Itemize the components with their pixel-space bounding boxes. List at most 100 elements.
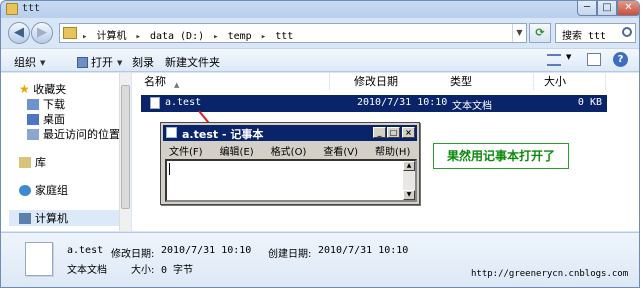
menu-view[interactable]: 查看(V)	[323, 147, 358, 158]
nav-computer[interactable]: 计算机	[9, 210, 119, 226]
menu-edit[interactable]: 编辑(E)	[220, 147, 254, 158]
nav-desktop-label: 桌面	[43, 113, 65, 126]
close-button[interactable]: ✕	[617, 1, 639, 16]
organize-label: 组织	[14, 56, 36, 69]
scroll-up-icon[interactable]: ▲	[403, 161, 415, 171]
column-name[interactable]: 名称 ▲	[134, 73, 330, 90]
search-icon[interactable]	[622, 27, 632, 37]
notepad-menu-bar: 文件(F) 编辑(E) 格式(O) 查看(V) 帮助(H)	[163, 143, 421, 158]
details-pane: a.test 修改日期: 2010/7/31 10:10 创建日期: 2010/…	[1, 232, 639, 287]
forward-button[interactable]: ▶	[31, 22, 53, 44]
desktop-icon	[27, 114, 39, 125]
nav-recent[interactable]: 最近访问的位置	[27, 126, 120, 142]
breadcrumb-separator: ▸	[260, 32, 267, 42]
details-created-label: 创建日期:	[268, 249, 312, 260]
burn-button[interactable]: 刻录	[132, 54, 154, 70]
column-type[interactable]: 类型	[440, 73, 534, 90]
notepad-icon	[77, 57, 88, 68]
column-modified[interactable]: 修改日期	[344, 73, 448, 90]
preview-pane-icon[interactable]	[587, 53, 601, 66]
back-button[interactable]: ◀	[8, 22, 30, 44]
address-bar[interactable]: ▸ 计算机 ▸ data (D:) ▸ temp ▸ ttt ▼	[59, 23, 527, 43]
downloads-icon	[27, 99, 39, 110]
nav-downloads-label: 下载	[43, 98, 65, 111]
notepad-icon	[166, 127, 177, 138]
help-icon[interactable]: ?	[613, 52, 628, 67]
notepad-title: a.test - 记事本	[182, 128, 264, 141]
window-title: ttt	[22, 3, 41, 14]
text-file-icon	[150, 97, 160, 109]
file-type: 文本文档	[452, 101, 492, 112]
breadcrumb-separator: ▸	[135, 32, 141, 42]
library-icon	[19, 157, 31, 168]
scroll-down-icon[interactable]: ▼	[403, 190, 415, 200]
computer-icon	[19, 213, 31, 224]
notepad-title-bar: a.test - 记事本 _ □ ×	[163, 125, 417, 141]
details-type: 文本文档	[67, 265, 107, 276]
nav-favorites[interactable]: ★ 收藏夹	[19, 81, 66, 97]
details-file-name: a.test	[67, 245, 104, 256]
new-folder-button[interactable]: 新建文件夹	[165, 54, 220, 70]
command-bar: 组织 ▼ 打开 ▼ 刻录 新建文件夹 ▼ ?	[1, 48, 639, 72]
view-icon[interactable]	[547, 54, 561, 66]
sort-arrow-icon: ▲	[174, 81, 180, 89]
title-bar: ttt ─ □ ✕	[1, 1, 639, 18]
open-label: 打开	[91, 56, 113, 69]
star-icon: ★	[19, 82, 30, 96]
open-button[interactable]: 打开 ▼	[77, 54, 122, 70]
notepad-minimize-button[interactable]: _	[373, 127, 386, 138]
nav-libraries-label: 库	[35, 156, 46, 169]
notepad-text-area[interactable]: ▲ ▼	[165, 159, 417, 202]
search-input[interactable]: 搜索 ttt	[555, 23, 636, 43]
nav-desktop[interactable]: 桌面	[27, 111, 65, 127]
notepad-close-button[interactable]: ×	[402, 127, 415, 138]
text-file-icon	[25, 242, 53, 276]
minimize-button[interactable]: ─	[577, 1, 597, 16]
homegroup-icon	[19, 185, 31, 196]
search-placeholder: 搜索 ttt	[562, 31, 607, 42]
nav-recent-label: 最近访问的位置	[43, 128, 120, 141]
refresh-button[interactable]: ⟳	[529, 23, 551, 43]
nav-homegroup[interactable]: 家庭组	[19, 182, 68, 198]
file-size: 0 KB	[577, 97, 602, 108]
breadcrumb: ▸ 计算机 ▸ data (D:) ▸ temp ▸ ttt	[82, 27, 296, 42]
breadcrumb-ttt[interactable]: ttt	[275, 31, 293, 42]
chevron-down-icon[interactable]: ▼	[566, 53, 571, 61]
organize-button[interactable]: 组织 ▼	[14, 54, 45, 70]
menu-format[interactable]: 格式(O)	[271, 147, 307, 158]
folder-icon	[63, 27, 77, 39]
chevron-down-icon[interactable]: ▼	[512, 24, 526, 42]
notepad-window: a.test - 记事本 _ □ × 文件(F) 编辑(E) 格式(O) 查看(V) 帮…	[160, 122, 420, 205]
chevron-down-icon: ▼	[117, 59, 123, 67]
breadcrumb-computer[interactable]: 计算机	[96, 31, 126, 42]
chevron-down-icon: ▼	[40, 59, 46, 67]
nav-scrollbar[interactable]	[119, 73, 131, 231]
explorer-window: ttt ─ □ ✕ ◀ ▶ ▸ 计算机 ▸ data (D:) ▸ temp ▸…	[0, 0, 640, 288]
nav-homegroup-label: 家庭组	[35, 184, 68, 197]
watermark-url: http://greenerycn.cnblogs.com	[471, 269, 629, 279]
text-caret	[169, 163, 170, 175]
details-created-value: 2010/7/31 10:10	[318, 245, 409, 256]
file-modified: 2010/7/31 10:10	[357, 97, 448, 108]
details-modified-label: 修改日期:	[111, 249, 155, 260]
nav-computer-label: 计算机	[35, 212, 68, 225]
nav-libraries[interactable]: 库	[19, 154, 46, 170]
nav-downloads[interactable]: 下载	[27, 96, 65, 112]
recent-places-icon	[27, 129, 39, 140]
details-size-value: 0 字节	[161, 265, 194, 276]
column-size[interactable]: 大小	[534, 73, 606, 90]
maximize-button[interactable]: □	[597, 1, 617, 16]
breadcrumb-temp[interactable]: temp	[228, 31, 252, 42]
details-size-label: 大小:	[131, 265, 155, 276]
notepad-maximize-button[interactable]: □	[387, 127, 400, 138]
breadcrumb-data-drive[interactable]: data (D:)	[150, 31, 204, 42]
folder-icon	[6, 3, 18, 15]
menu-file[interactable]: 文件(F)	[169, 147, 203, 158]
menu-help[interactable]: 帮助(H)	[375, 147, 410, 158]
navigation-pane: ★ 收藏夹 下载 桌面 最近访问的位置 库 家庭组 计算机	[1, 73, 131, 231]
breadcrumb-separator: ▸	[82, 32, 88, 42]
scrollbar-thumb[interactable]	[121, 85, 130, 209]
nav-favorites-label: 收藏夹	[33, 83, 67, 96]
notepad-scrollbar[interactable]: ▲ ▼	[403, 161, 415, 200]
breadcrumb-separator: ▸	[213, 32, 219, 42]
